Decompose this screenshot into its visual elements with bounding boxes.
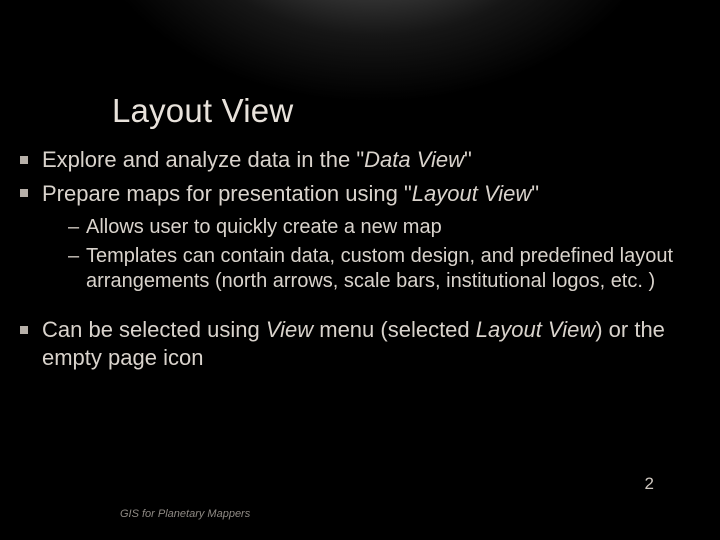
footer-text: GIS for Planetary Mappers (120, 508, 250, 520)
text: " (464, 147, 472, 172)
page-number: 2 (645, 474, 654, 494)
text-italic: Data View (364, 147, 464, 172)
spacer (18, 300, 702, 316)
text-italic: View (266, 317, 313, 342)
text: Allows user to quickly create a new map (86, 216, 442, 238)
text: Templates can contain data, custom desig… (86, 245, 673, 292)
bullet-list: Can be selected using View menu (selecte… (18, 316, 702, 371)
text-italic: Layout View (412, 181, 531, 206)
sub-bullet-item: Allows user to quickly create a new map (68, 215, 702, 240)
sub-bullet-list: Allows user to quickly create a new map … (42, 215, 702, 294)
sub-bullet-item: Templates can contain data, custom desig… (68, 244, 702, 294)
text: Can be selected using (42, 317, 266, 342)
slide: Layout View Explore and analyze data in … (0, 0, 720, 540)
text: Prepare maps for presentation using " (42, 181, 412, 206)
text: menu (selected (313, 317, 476, 342)
text: " (531, 181, 539, 206)
bullet-item: Explore and analyze data in the "Data Vi… (18, 146, 702, 174)
bullet-item: Prepare maps for presentation using "Lay… (18, 180, 702, 295)
bullet-list: Explore and analyze data in the "Data Vi… (18, 146, 702, 294)
slide-body: Explore and analyze data in the "Data Vi… (18, 146, 702, 377)
slide-title: Layout View (112, 92, 293, 130)
text: Explore and analyze data in the " (42, 147, 364, 172)
text-italic: Layout View (476, 317, 595, 342)
bullet-item: Can be selected using View menu (selecte… (18, 316, 702, 371)
